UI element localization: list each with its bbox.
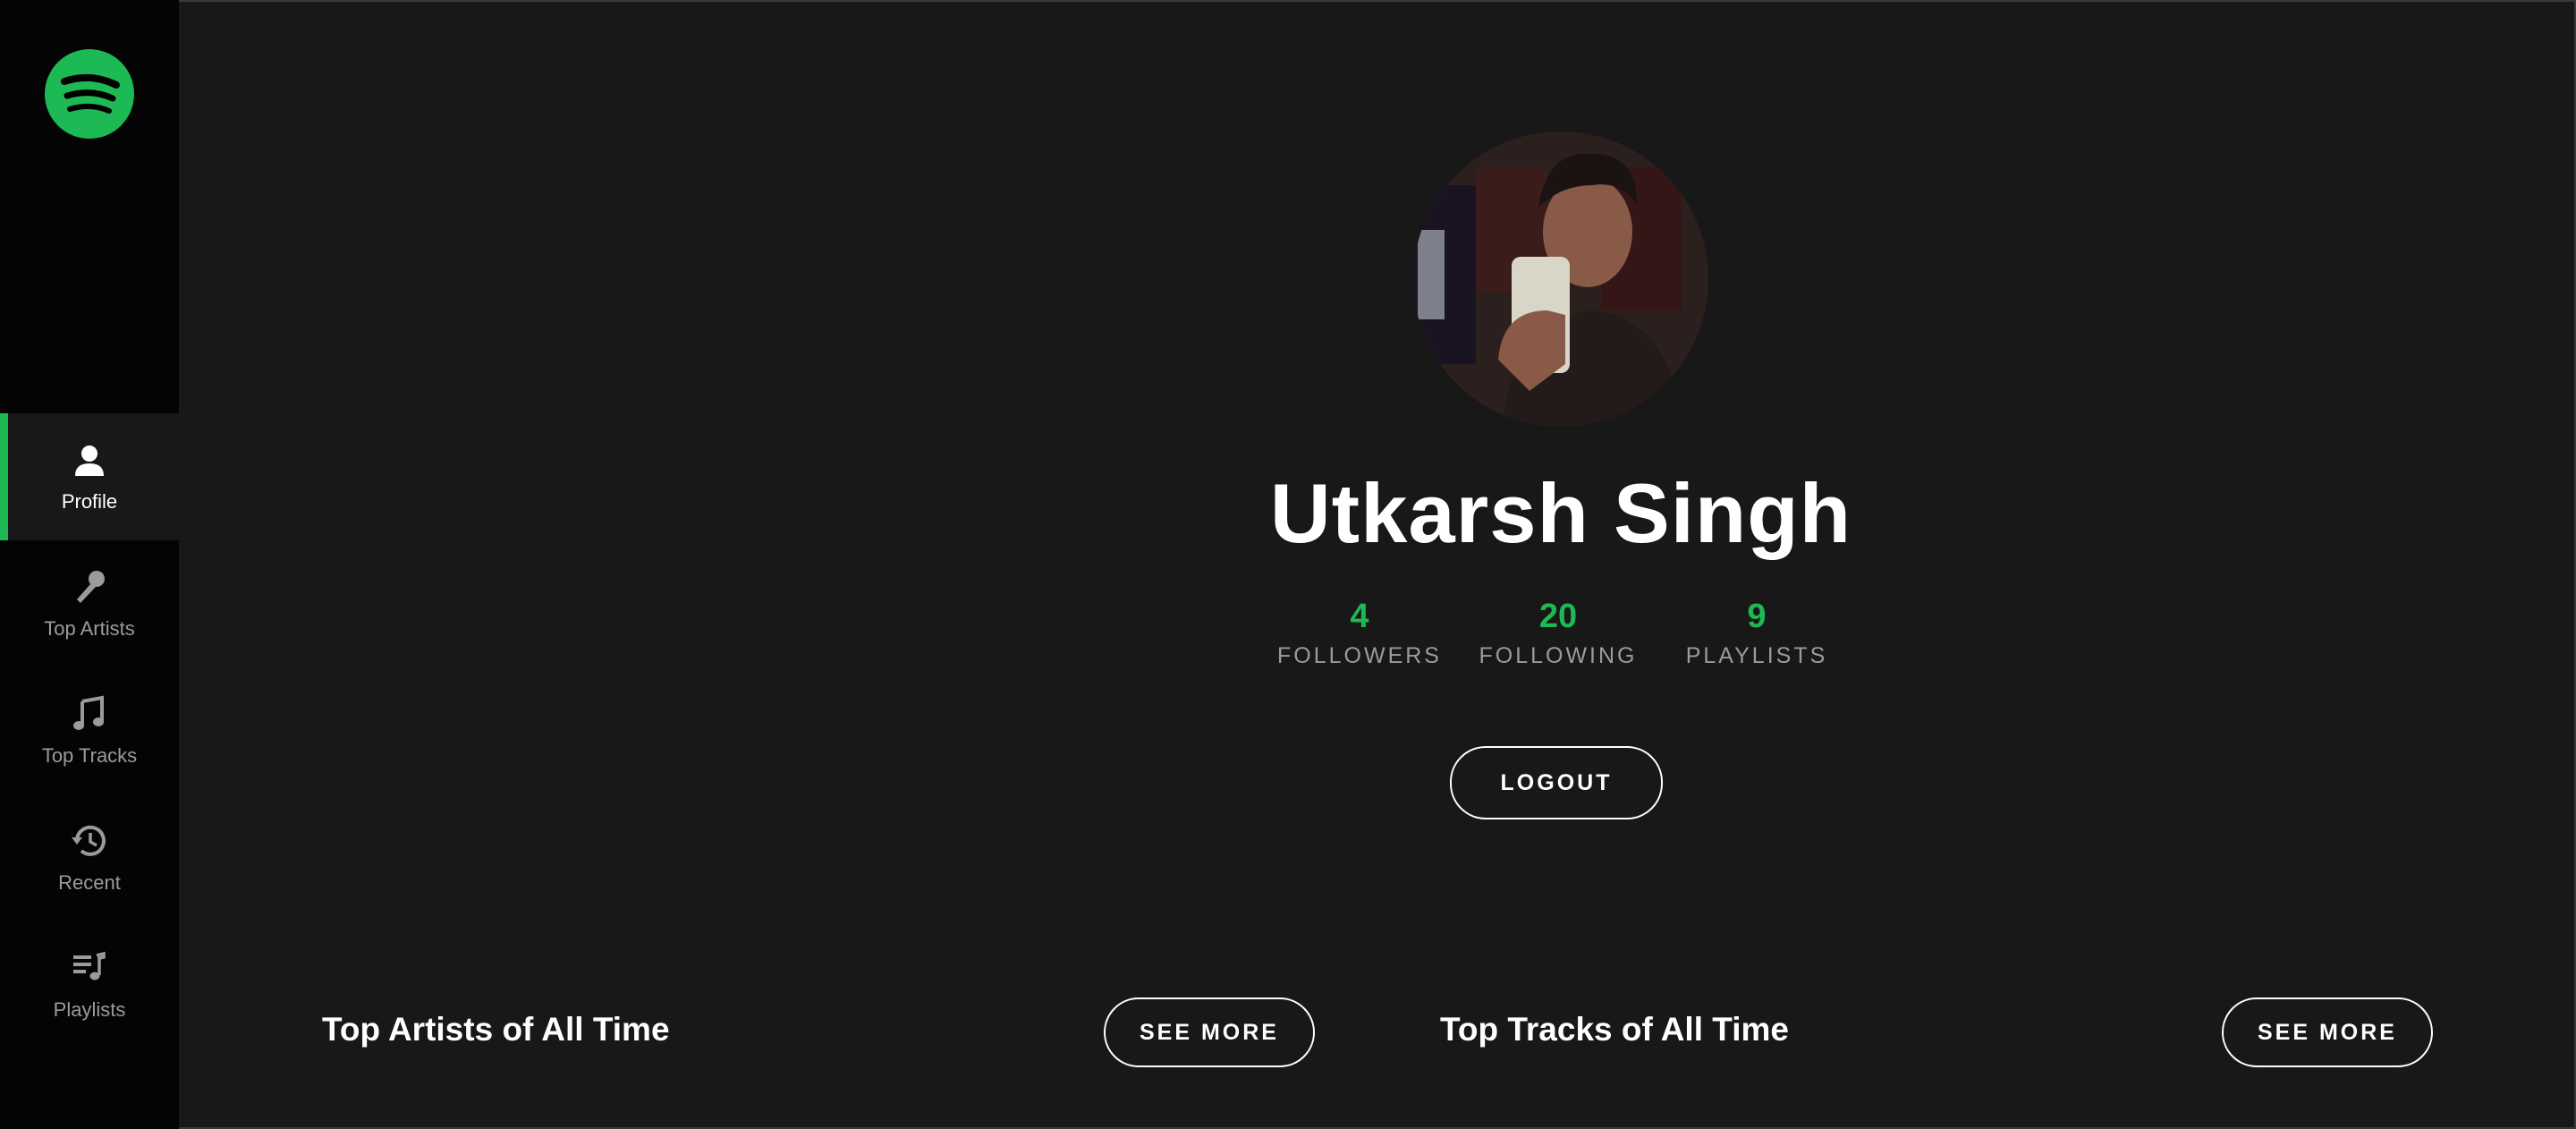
logout-button[interactable]: LOGOUT	[1450, 746, 1663, 819]
sidebar-item-label: Top Tracks	[41, 744, 138, 767]
sidebar-nav: Profile Top Artists Top Tracks Recent Pl…	[0, 413, 179, 1048]
profile-main: Utkarsh Singh 4 FOLLOWERS 20 FOLLOWING 9…	[179, 0, 2576, 1129]
user-icon	[70, 440, 109, 480]
sidebar-item-top-artists[interactable]: Top Artists	[0, 540, 179, 667]
playlist-icon	[70, 948, 109, 988]
sidebar-item-label: Playlists	[53, 998, 126, 1021]
sidebar-item-label: Recent	[58, 871, 121, 894]
spotify-logo-icon[interactable]	[45, 49, 134, 139]
sidebar: Profile Top Artists Top Tracks Recent Pl…	[0, 0, 179, 1129]
top-artists-title: Top Artists of All Time	[322, 1011, 670, 1048]
top-tracks-title: Top Tracks of All Time	[1440, 1011, 1789, 1048]
stat-following: 20 FOLLOWING	[1460, 597, 1657, 669]
stat-playlists: 9 PLAYLISTS	[1658, 597, 1855, 669]
microphone-icon	[70, 567, 109, 607]
profile-avatar	[1413, 132, 1708, 427]
stat-label: PLAYLISTS	[1685, 643, 1828, 668]
stat-value: 4	[1350, 598, 1369, 635]
stat-value: 9	[1747, 598, 1767, 635]
sidebar-item-playlists[interactable]: Playlists	[0, 921, 179, 1048]
sidebar-item-label: Profile	[61, 490, 118, 513]
see-more-tracks-button[interactable]: SEE MORE	[2222, 997, 2433, 1067]
sidebar-item-top-tracks[interactable]: Top Tracks	[0, 667, 179, 794]
sidebar-item-recent[interactable]: Recent	[0, 794, 179, 921]
see-more-artists-button[interactable]: SEE MORE	[1104, 997, 1315, 1067]
stat-followers: 4 FOLLOWERS	[1261, 597, 1458, 669]
music-note-icon	[70, 694, 109, 734]
sidebar-item-profile[interactable]: Profile	[0, 413, 179, 540]
user-name: Utkarsh Singh	[1269, 466, 1852, 560]
stat-label: FOLLOWERS	[1277, 643, 1442, 668]
profile-stats: 4 FOLLOWERS 20 FOLLOWING 9 PLAYLISTS	[1261, 597, 1869, 677]
stat-value: 20	[1538, 598, 1578, 635]
history-icon	[70, 821, 109, 861]
sidebar-item-label: Top Artists	[44, 617, 135, 640]
stat-label: FOLLOWING	[1479, 643, 1638, 668]
